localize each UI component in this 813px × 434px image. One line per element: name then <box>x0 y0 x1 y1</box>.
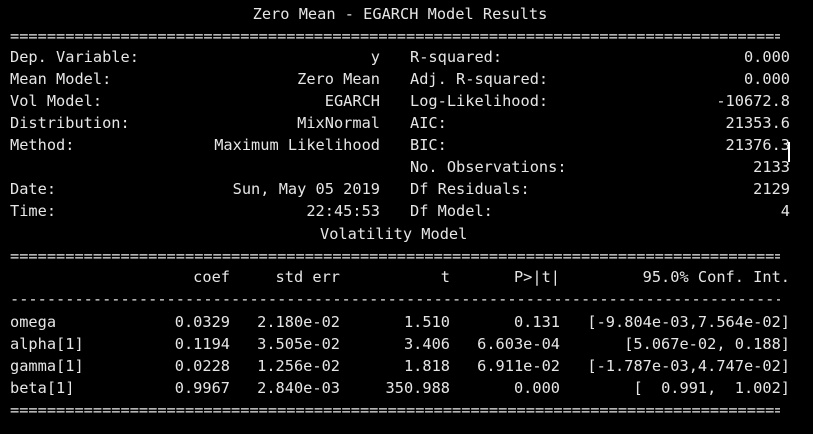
summary-right-value: -10672.8 <box>716 92 790 110</box>
summary-left-label: Date: <box>10 180 57 198</box>
summary-left-value: Maximum Likelihood <box>214 136 380 154</box>
summary-left-label: Mean Model: <box>10 70 112 88</box>
summary-right-label: Log-Likelihood: <box>410 92 549 110</box>
summary-left-label: Dep. Variable: <box>10 48 139 66</box>
summary-left-value: Sun, May 05 2019 <box>232 180 380 198</box>
param-p-value: 6.603e-04 <box>477 335 560 353</box>
param-conf-int: [5.067e-02, 0.188] <box>624 335 790 353</box>
header-t: t <box>440 268 450 286</box>
volatility-model-title: Volatility Model <box>320 225 468 243</box>
table-row: beta[1] 0.9967 2.840e-03 350.988 0.000 [ 0.99… <box>10 377 790 399</box>
summary-row: Mean Model: Zero Mean Adj. R-squared: 0.000 <box>10 68 790 90</box>
param-std-err: 3.505e-02 <box>257 335 340 353</box>
param-name: beta[1] <box>10 379 75 397</box>
param-coef: 0.0228 <box>174 357 230 375</box>
header-std-err: std err <box>275 268 340 286</box>
console-output: Zero Mean - EGARCH Model Results =======… <box>0 0 813 434</box>
summary-left-label: Time: <box>10 202 57 220</box>
summary-right-label: BIC: <box>410 136 447 154</box>
param-coef: 0.9967 <box>174 379 230 397</box>
summary-left-label: Method: <box>10 136 75 154</box>
summary-right-label: Df Residuals: <box>410 180 530 198</box>
param-p-value: 0.000 <box>513 379 560 397</box>
summary-row: Dep. Variable: y R-squared: 0.000 <box>10 46 790 68</box>
summary-left-value: MixNormal <box>297 114 380 132</box>
double-rule-table: ========================================… <box>10 247 780 265</box>
param-name: gamma[1] <box>10 357 84 375</box>
param-p-value: 0.131 <box>513 313 560 331</box>
param-t-stat: 1.818 <box>403 357 450 375</box>
table-row: omega 0.0329 2.180e-02 1.510 0.131 [-9.804e-0… <box>10 311 790 333</box>
table-row: gamma[1] 0.0228 1.256e-02 1.818 6.911e-02 [-1… <box>10 355 790 377</box>
summary-right-label: No. Observations: <box>410 158 567 176</box>
param-t-stat: 1.510 <box>403 313 450 331</box>
results-title: Zero Mean - EGARCH Model Results <box>252 5 548 23</box>
summary-right-value: 0.000 <box>743 70 790 88</box>
summary-right-value: 0.000 <box>743 48 790 66</box>
param-name: omega <box>10 313 57 331</box>
summary-left-value: y <box>370 48 380 66</box>
summary-row: No. Observations: 2133 <box>10 156 790 178</box>
summary-left-value: 22:45:53 <box>306 202 380 220</box>
summary-right-label: AIC: <box>410 114 447 132</box>
summary-right-value: 21376.3 <box>725 136 790 154</box>
summary-right-value: 4 <box>780 202 790 220</box>
summary-left-value: Zero Mean <box>297 70 380 88</box>
param-conf-int: [-9.804e-03,7.564e-02] <box>587 313 790 331</box>
summary-right-value: 2129 <box>753 180 790 198</box>
text-cursor <box>788 142 790 162</box>
summary-right-label: Adj. R-squared: <box>410 70 549 88</box>
coef-table-header: coef std err t P>|t| 95.0% Conf. Int. <box>10 266 790 288</box>
summary-right-value: 21353.6 <box>725 114 790 132</box>
param-conf-int: [-1.787e-03,4.747e-02] <box>587 357 790 375</box>
header-coef: coef <box>193 268 230 286</box>
summary-row: Method: Maximum Likelihood BIC: 21376.3 <box>10 134 790 156</box>
double-rule-top: ========================================… <box>10 27 780 45</box>
param-conf-int: [ 0.991, 1.002] <box>633 379 790 397</box>
summary-right-label: Df Model: <box>410 202 493 220</box>
summary-row: Vol Model: EGARCH Log-Likelihood: -10672.8 <box>10 90 790 112</box>
header-p-value: P>|t| <box>513 268 560 286</box>
summary-right-value: 2133 <box>753 158 790 176</box>
param-std-err: 1.256e-02 <box>257 357 340 375</box>
table-row: alpha[1] 0.1194 3.505e-02 3.406 6.603e-04 [5.… <box>10 333 790 355</box>
summary-left-label: Vol Model: <box>10 92 103 110</box>
summary-row: Time: 22:45:53 Df Model: 4 <box>10 200 790 222</box>
param-coef: 0.1194 <box>174 335 230 353</box>
param-t-stat: 3.406 <box>403 335 450 353</box>
param-name: alpha[1] <box>10 335 84 353</box>
param-std-err: 2.180e-02 <box>257 313 340 331</box>
summary-right-label: R-squared: <box>410 48 503 66</box>
header-conf-int: 95.0% Conf. Int. <box>642 268 790 286</box>
single-rule: ----------------------------------------… <box>10 290 780 308</box>
summary-row: Date: Sun, May 05 2019 Df Residuals: 2129 <box>10 178 790 200</box>
param-std-err: 2.840e-03 <box>257 379 340 397</box>
double-rule-bottom: ========================================… <box>10 401 780 419</box>
param-coef: 0.0329 <box>174 313 230 331</box>
param-t-stat: 350.988 <box>385 379 450 397</box>
param-p-value: 6.911e-02 <box>477 357 560 375</box>
summary-row: Distribution: MixNormal AIC: 21353.6 <box>10 112 790 134</box>
summary-left-value: EGARCH <box>324 92 380 110</box>
summary-left-label: Distribution: <box>10 114 130 132</box>
